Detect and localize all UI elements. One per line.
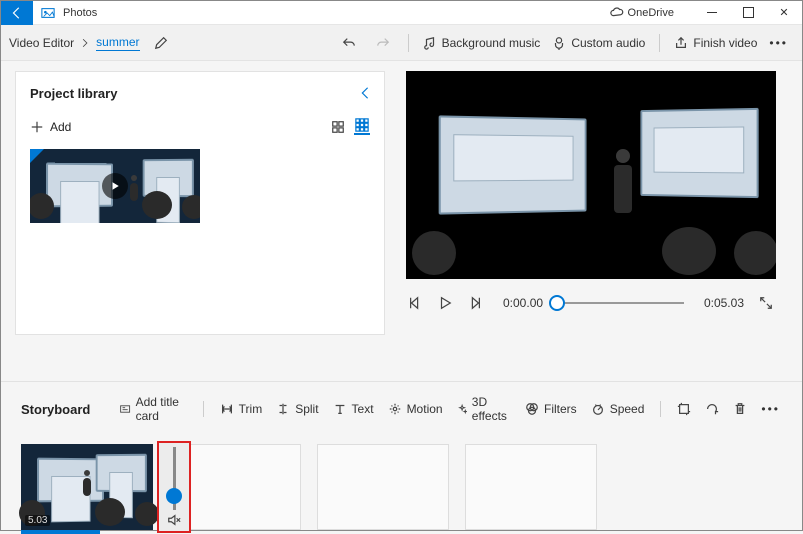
text-icon <box>333 402 347 416</box>
mute-button[interactable] <box>167 513 181 527</box>
current-time: 0:00.00 <box>503 296 543 310</box>
split-icon <box>276 402 290 416</box>
split-button[interactable]: Split <box>272 399 322 419</box>
delete-button[interactable] <box>729 399 751 419</box>
filters-button[interactable]: Filters <box>521 399 581 419</box>
motion-button[interactable]: Motion <box>384 399 447 419</box>
title-bar: Photos OneDrive <box>1 1 802 25</box>
crop-icon <box>677 402 691 416</box>
collapse-library-button[interactable] <box>358 86 372 100</box>
fullscreen-button[interactable] <box>758 295 774 311</box>
seek-slider[interactable] <box>557 295 684 311</box>
onedrive-label: OneDrive <box>628 7 674 19</box>
prev-frame-button[interactable] <box>407 295 423 311</box>
filters-icon <box>525 402 539 416</box>
motion-icon <box>388 402 402 416</box>
project-library-panel: Project library Add <box>15 71 385 335</box>
clip-duration: 5.03 <box>25 515 50 526</box>
finish-video-button[interactable]: Finish video <box>668 32 763 54</box>
background-music-button[interactable]: Background music <box>417 32 547 54</box>
sparkle-icon <box>457 402 467 416</box>
storyboard-empty-slot[interactable] <box>317 444 449 530</box>
grid-small-icon <box>355 118 369 132</box>
storyboard-clip-1[interactable]: 5.03 <box>21 444 153 530</box>
close-button[interactable] <box>766 1 802 25</box>
grid-large-icon <box>331 120 345 134</box>
custom-audio-button[interactable]: Custom audio <box>546 32 651 54</box>
maximize-button[interactable] <box>730 1 766 25</box>
3d-effects-button[interactable]: 3D effects <box>453 392 515 426</box>
redo-icon <box>376 36 390 50</box>
speaker-muted-icon <box>167 513 181 527</box>
breadcrumb-root[interactable]: Video Editor <box>9 36 74 50</box>
next-frame-button[interactable] <box>467 295 483 311</box>
rename-button[interactable] <box>154 36 168 50</box>
speed-button[interactable]: Speed <box>587 399 649 419</box>
resize-clip-button[interactable] <box>673 399 695 419</box>
trim-button[interactable]: Trim <box>216 399 267 419</box>
rotate-icon <box>705 402 719 416</box>
storyboard-empty-slot[interactable] <box>465 444 597 530</box>
video-preview[interactable] <box>406 71 776 279</box>
rotate-button[interactable] <box>701 399 723 419</box>
playback-controls: 0:00.00 0:05.03 <box>399 295 782 311</box>
storyboard-title: Storyboard <box>21 402 90 417</box>
library-clip-thumbnail[interactable] <box>30 149 200 223</box>
library-title: Project library <box>30 86 117 101</box>
app-title: Photos <box>63 7 97 19</box>
plus-icon <box>30 120 44 134</box>
breadcrumb: Video Editor summer <box>9 35 168 51</box>
onedrive-status[interactable]: OneDrive <box>610 6 674 20</box>
undo-icon <box>342 36 356 50</box>
minimize-button[interactable] <box>694 1 730 25</box>
title-card-icon <box>120 402 130 416</box>
more-button[interactable]: ••• <box>763 32 794 54</box>
total-time: 0:05.03 <box>704 296 744 310</box>
add-title-card-button[interactable]: Add title card <box>116 392 191 426</box>
audio-icon <box>552 36 566 50</box>
photos-app-icon <box>37 6 59 20</box>
back-button[interactable] <box>1 1 33 25</box>
trim-icon <box>220 402 234 416</box>
view-large-button[interactable] <box>330 119 346 135</box>
chevron-right-icon <box>80 38 90 48</box>
trash-icon <box>733 402 747 416</box>
text-button[interactable]: Text <box>329 399 378 419</box>
pencil-icon <box>154 36 168 50</box>
speed-icon <box>591 402 605 416</box>
toolbar: Video Editor summer Background music Cus… <box>1 25 802 61</box>
breadcrumb-project[interactable]: summer <box>96 35 139 51</box>
volume-slider[interactable] <box>173 447 176 510</box>
add-media-button[interactable]: Add <box>30 120 71 134</box>
play-button[interactable] <box>437 295 453 311</box>
music-icon <box>423 36 437 50</box>
view-small-button[interactable] <box>354 119 370 135</box>
storyboard-panel: Storyboard Add title card Trim Split Tex… <box>1 381 802 530</box>
play-overlay-icon <box>102 173 128 199</box>
export-icon <box>674 36 688 50</box>
undo-button[interactable] <box>332 32 366 54</box>
volume-popup <box>157 441 191 533</box>
cloud-icon <box>610 6 624 20</box>
storyboard-more-button[interactable]: ••• <box>757 399 784 419</box>
redo-button <box>366 32 400 54</box>
